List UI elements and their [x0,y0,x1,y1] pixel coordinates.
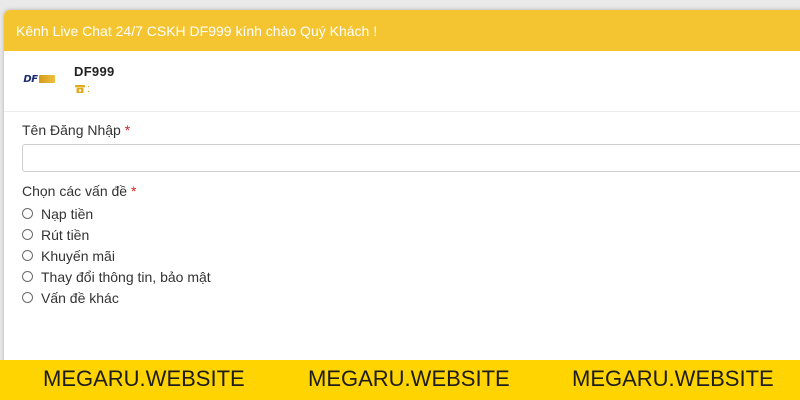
issue-option-account-security[interactable]: Thay đổi thông tin, bảo mật [22,266,800,287]
chat-window: Kênh Live Chat 24/7 CSKH DF999 kính chào… [4,10,800,370]
issue-option-label: Thay đổi thông tin, bảo mật [41,268,211,285]
radio-button[interactable] [22,208,33,219]
watermark-text: MEGARU.WEBSITE [308,366,510,391]
chat-header: Kênh Live Chat 24/7 CSKH DF999 kính chào… [4,10,800,51]
issue-option-promotion[interactable]: Khuyến mãi [22,245,800,266]
chat-header-title: Kênh Live Chat 24/7 CSKH DF999 kính chào… [16,22,378,39]
username-label: Tên Đăng Nhập * [22,122,131,138]
watermark-text: MEGARU.WEBSITE [43,366,245,391]
username-input[interactable] [22,144,800,172]
watermark-text: MEGARU.WEBSITE [572,366,774,391]
issue-options: Nạp tiền Rút tiền Khuyến mãi Thay đổi th… [22,203,800,308]
issue-option-label: Rút tiền [41,226,90,243]
agent-name: DF999 [74,63,115,79]
watermark-banner: MEGARU.WEBSITE MEGARU.WEBSITE MEGARU.WEB… [0,360,800,400]
agent-contact-text: : [87,82,91,95]
issue-option-deposit[interactable]: Nạp tiền [22,203,800,224]
brand-logo: DF [18,70,60,88]
required-mark: * [130,183,137,199]
agent-contact: : [74,83,115,95]
issue-option-label: Nạp tiền [41,205,94,222]
radio-button[interactable] [22,292,33,303]
radio-button[interactable] [22,229,33,240]
issue-option-label: Khuyến mãi [41,247,115,264]
issue-option-withdraw[interactable]: Rút tiền [22,224,800,245]
prechat-form: Tên Đăng Nhập * Chọn các vấn đề * Nạp ti… [4,112,800,308]
agent-card: DF DF999 : [4,51,800,112]
radio-button[interactable] [22,250,33,261]
phone-icon [75,84,85,93]
radio-button[interactable] [22,271,33,282]
issue-option-other[interactable]: Vấn đề khác [22,287,800,308]
issues-label: Chọn các vấn đề * [22,183,137,199]
issue-option-label: Vấn đề khác [41,289,119,306]
required-mark: * [124,122,131,138]
